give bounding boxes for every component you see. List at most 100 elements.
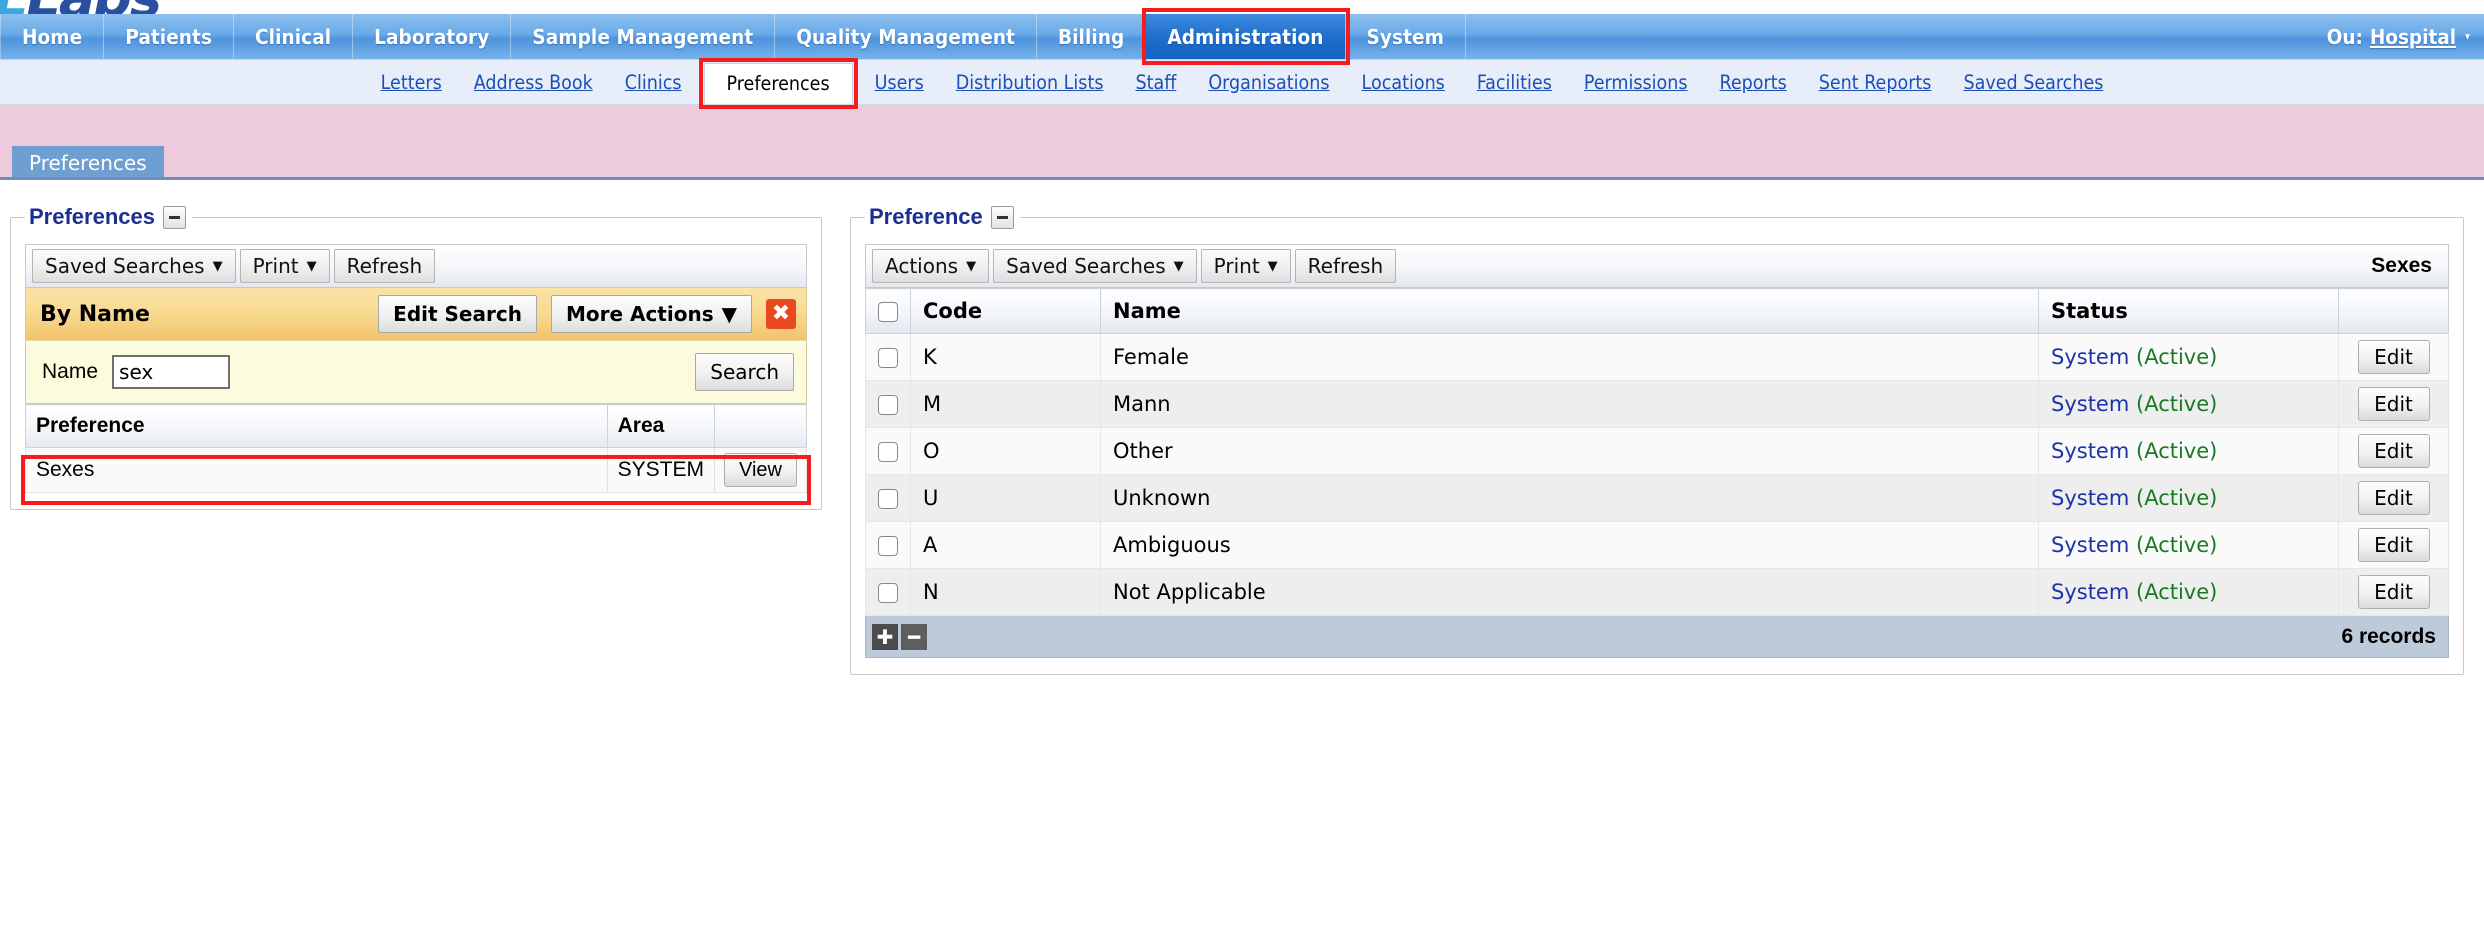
cell-preference: Sexes bbox=[25, 447, 608, 493]
cell-name: Ambiguous bbox=[1100, 521, 2039, 569]
nav-item-quality-management[interactable]: Quality Management bbox=[775, 14, 1037, 59]
row-checkbox[interactable] bbox=[878, 442, 898, 462]
subnav-item-address-book[interactable]: Address Book bbox=[458, 60, 609, 104]
preferences-search-panel: Preferences Saved Searches ▼ Print ▼ Ref… bbox=[10, 204, 822, 510]
saved-searches-label: Saved Searches bbox=[45, 254, 205, 278]
edit-button[interactable]: Edit bbox=[2357, 340, 2430, 374]
status-system-label[interactable]: System bbox=[2051, 580, 2129, 604]
close-search-icon[interactable]: ✖ bbox=[766, 299, 796, 329]
row-checkbox[interactable] bbox=[878, 348, 898, 368]
cell-name: Other bbox=[1100, 427, 2039, 475]
refresh-label: Refresh bbox=[346, 254, 423, 278]
nav-item-system[interactable]: System bbox=[1346, 14, 1466, 59]
cell-status: System (Active) bbox=[2038, 427, 2339, 475]
actions-button[interactable]: Actions ▼ bbox=[872, 249, 990, 283]
nav-item-clinical[interactable]: Clinical bbox=[234, 14, 354, 59]
edit-button[interactable]: Edit bbox=[2357, 575, 2430, 609]
refresh-button[interactable]: Refresh bbox=[1294, 249, 1397, 283]
chevron-down-icon: ▼ bbox=[1267, 258, 1278, 274]
table-row[interactable]: O Other System (Active) Edit bbox=[865, 427, 2449, 475]
edit-button[interactable]: Edit bbox=[2357, 387, 2430, 421]
subnav-item-saved-searches[interactable]: Saved Searches bbox=[1947, 60, 2119, 104]
row-checkbox[interactable] bbox=[878, 583, 898, 603]
subnav-item-staff[interactable]: Staff bbox=[1119, 60, 1192, 104]
edit-search-button[interactable]: Edit Search bbox=[378, 295, 537, 333]
saved-searches-button[interactable]: Saved Searches ▼ bbox=[993, 249, 1197, 283]
breadcrumb-tab-preferences[interactable]: Preferences bbox=[12, 146, 164, 180]
status-system-label[interactable]: System bbox=[2051, 486, 2129, 510]
cell-edit: Edit bbox=[2338, 333, 2449, 381]
select-all-checkbox[interactable] bbox=[878, 302, 898, 322]
subnav-item-preferences[interactable]: Preferences bbox=[703, 63, 853, 104]
app-logo: LLabs bbox=[0, 0, 162, 14]
edit-button[interactable]: Edit bbox=[2357, 528, 2430, 562]
search-header-actions: Edit Search More Actions ▼ ✖ bbox=[378, 295, 796, 333]
subnav-item-letters[interactable]: Letters bbox=[365, 60, 458, 104]
table-row[interactable]: K Female System (Active) Edit bbox=[865, 333, 2449, 381]
cell-code: A bbox=[910, 521, 1101, 569]
nav-item-laboratory[interactable]: Laboratory bbox=[353, 14, 512, 59]
subnav-item-facilities[interactable]: Facilities bbox=[1461, 60, 1568, 104]
subnav-item-organisations[interactable]: Organisations bbox=[1192, 60, 1345, 104]
subnav-item-locations[interactable]: Locations bbox=[1346, 60, 1461, 104]
search-button[interactable]: Search bbox=[695, 353, 794, 391]
row-checkbox[interactable] bbox=[878, 489, 898, 509]
subnav-item-users[interactable]: Users bbox=[859, 60, 940, 104]
brand-logo-strip: LLabs bbox=[0, 0, 2484, 14]
collapse-panel-icon[interactable] bbox=[990, 205, 1014, 229]
nav-item-billing[interactable]: Billing bbox=[1037, 14, 1147, 59]
table-row[interactable]: U Unknown System (Active) Edit bbox=[865, 474, 2449, 522]
nav-item-patients[interactable]: Patients bbox=[104, 14, 235, 59]
add-row-icon[interactable]: ✚ bbox=[872, 623, 898, 650]
subnav-item-distribution-lists[interactable]: Distribution Lists bbox=[940, 60, 1120, 104]
page-content: Preferences Saved Searches ▼ Print ▼ Ref… bbox=[0, 180, 2484, 816]
view-button[interactable]: View bbox=[724, 453, 797, 487]
data-table-body: K Female System (Active) Edit M Mann System (A… bbox=[865, 333, 2449, 616]
row-checkbox[interactable] bbox=[878, 536, 898, 556]
subnav-item-reports[interactable]: Reports bbox=[1704, 60, 1803, 104]
preference-name-title: Sexes bbox=[2371, 254, 2432, 277]
status-system-label[interactable]: System bbox=[2051, 533, 2129, 557]
print-button[interactable]: Print ▼ bbox=[239, 249, 330, 283]
col-actions bbox=[714, 404, 807, 448]
cell-status: System (Active) bbox=[2038, 474, 2339, 522]
col-name: Name bbox=[1100, 288, 2039, 334]
table-row[interactable]: A Ambiguous System (Active) Edit bbox=[865, 521, 2449, 569]
record-count: 6 records bbox=[2341, 624, 2436, 648]
saved-searches-button[interactable]: Saved Searches ▼ bbox=[32, 249, 236, 283]
results-table-body: Sexes SYSTEM View bbox=[25, 447, 807, 493]
status-state-label: (Active) bbox=[2136, 392, 2218, 416]
table-row[interactable]: M Mann System (Active) Edit bbox=[865, 380, 2449, 428]
table-row[interactable]: Sexes SYSTEM View bbox=[25, 447, 807, 493]
refresh-button[interactable]: Refresh bbox=[333, 249, 436, 283]
edit-button[interactable]: Edit bbox=[2357, 434, 2430, 468]
cell-code: M bbox=[910, 380, 1101, 428]
org-unit-selector[interactable]: Ou: Hospital ▾ bbox=[2307, 14, 2484, 59]
nav-item-sample-management[interactable]: Sample Management bbox=[511, 14, 776, 59]
subnav-item-clinics[interactable]: Clinics bbox=[609, 60, 698, 104]
right-column: Preference Actions ▼ Saved Searches ▼ Pr… bbox=[840, 180, 2484, 816]
results-header-row: Preference Area bbox=[25, 404, 807, 448]
col-code: Code bbox=[910, 288, 1101, 334]
status-system-label[interactable]: System bbox=[2051, 439, 2129, 463]
status-system-label[interactable]: System bbox=[2051, 345, 2129, 369]
subnav-item-permissions[interactable]: Permissions bbox=[1568, 60, 1704, 104]
preferences-panel-body: Saved Searches ▼ Print ▼ Refresh By Name bbox=[11, 230, 821, 509]
subnav-item-sent-reports[interactable]: Sent Reports bbox=[1803, 60, 1948, 104]
edit-button[interactable]: Edit bbox=[2357, 481, 2430, 515]
row-checkbox[interactable] bbox=[878, 395, 898, 415]
nav-item-home[interactable]: Home bbox=[0, 14, 105, 59]
by-name-search-header: By Name Edit Search More Actions ▼ ✖ bbox=[26, 288, 806, 340]
name-search-input[interactable] bbox=[112, 355, 231, 389]
search-title: By Name bbox=[40, 301, 150, 327]
remove-row-icon[interactable]: ━ bbox=[901, 623, 927, 650]
more-actions-button[interactable]: More Actions ▼ bbox=[550, 295, 752, 333]
data-table-head: Code Name Status bbox=[865, 288, 2449, 334]
status-system-label[interactable]: System bbox=[2051, 392, 2129, 416]
collapse-panel-icon[interactable] bbox=[162, 205, 186, 229]
nav-item-administration[interactable]: Administration bbox=[1146, 14, 1346, 59]
table-row[interactable]: N Not Applicable System (Active) Edit bbox=[865, 568, 2449, 616]
cell-code: K bbox=[910, 333, 1101, 381]
print-button[interactable]: Print ▼ bbox=[1200, 249, 1291, 283]
status-state-label: (Active) bbox=[2136, 486, 2218, 510]
